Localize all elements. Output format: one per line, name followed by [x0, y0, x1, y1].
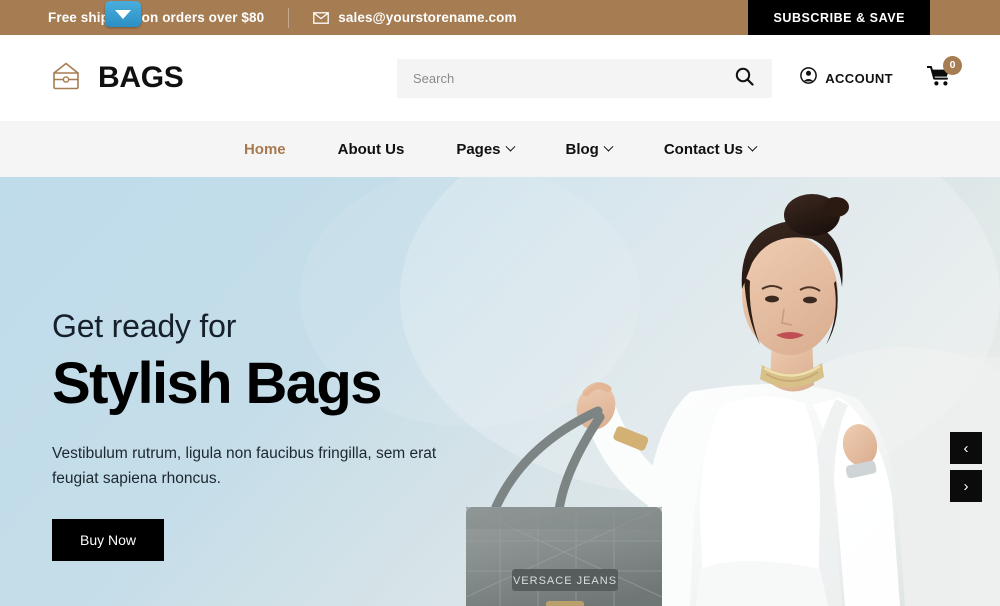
contact-email-text: sales@yourstorename.com [338, 10, 517, 25]
search-input[interactable] [413, 70, 733, 86]
search-submit-button[interactable] [733, 67, 756, 89]
account-label: ACCOUNT [825, 70, 893, 86]
nav-label-about-us: About Us [337, 140, 405, 158]
carousel-controls: ‹ › [950, 432, 982, 502]
subscribe-and-save-button[interactable]: SUBSCRIBE & SAVE [748, 0, 930, 35]
main-navigation: Home About Us Pages Blog Contact Us [0, 121, 1000, 177]
nav-label-home: Home [243, 140, 286, 158]
top-announcement-bar: Free shipping on orders over $80 sales@y… [0, 0, 1000, 35]
brand-logo-link[interactable]: BAGS [48, 58, 184, 99]
nav-item-contact-us[interactable]: Contact Us [638, 141, 782, 158]
site-header: BAGS ACCOUNT [0, 35, 1000, 121]
cart-count-badge: 0 [943, 55, 962, 75]
chevron-down-icon [747, 141, 758, 152]
hero-eyebrow: Get ready for [52, 308, 237, 344]
search-bar[interactable] [397, 58, 772, 98]
chevron-down-icon [115, 9, 131, 19]
nav-item-about-us[interactable]: About Us [312, 141, 431, 158]
header-actions: ACCOUNT 0 [800, 55, 962, 92]
account-link[interactable]: ACCOUNT [800, 67, 893, 89]
hero-banner: VERSACE JEANS Get ready for Stylish Bags… [0, 177, 1000, 606]
chevron-down-icon [505, 141, 515, 152]
nav-label-pages: Pages [456, 140, 501, 158]
topbar-divider [288, 7, 290, 28]
carousel-next-button[interactable]: › [950, 470, 982, 502]
carousel-prev-button[interactable]: ‹ [950, 432, 982, 464]
nav-item-pages[interactable]: Pages [430, 141, 539, 158]
hero-description: Vestibulum rutrum, ligula non faucibus f… [52, 444, 437, 487]
envelope-icon [313, 11, 330, 24]
contact-email[interactable]: sales@yourstorename.com [313, 10, 516, 25]
nav-label-contact-us: Contact Us [663, 140, 744, 158]
nav-item-blog[interactable]: Blog [540, 141, 638, 158]
handbag-icon [48, 58, 84, 99]
buy-now-button[interactable]: Buy Now [52, 518, 165, 561]
hero-copy-block: Get ready for Stylish Bags Vestibulum ru… [52, 308, 482, 561]
nav-label-blog: Blog [565, 140, 599, 158]
topbar-left-group: Free shipping on orders over $80 sales@y… [0, 0, 517, 35]
user-circle-icon [800, 67, 818, 89]
nav-item-home[interactable]: Home [218, 141, 312, 158]
svg-text:VERSACE JEANS: VERSACE JEANS [513, 575, 617, 587]
brand-name: BAGS [98, 61, 184, 94]
cart-button[interactable]: 0 [926, 55, 962, 92]
hero-title: Stylish Bags [52, 351, 383, 416]
free-shipping-text: Free shipping on orders over $80 [48, 10, 265, 25]
dropdown-caret-overlay[interactable] [105, 1, 141, 27]
search-icon [735, 67, 754, 89]
chevron-down-icon [603, 141, 614, 152]
